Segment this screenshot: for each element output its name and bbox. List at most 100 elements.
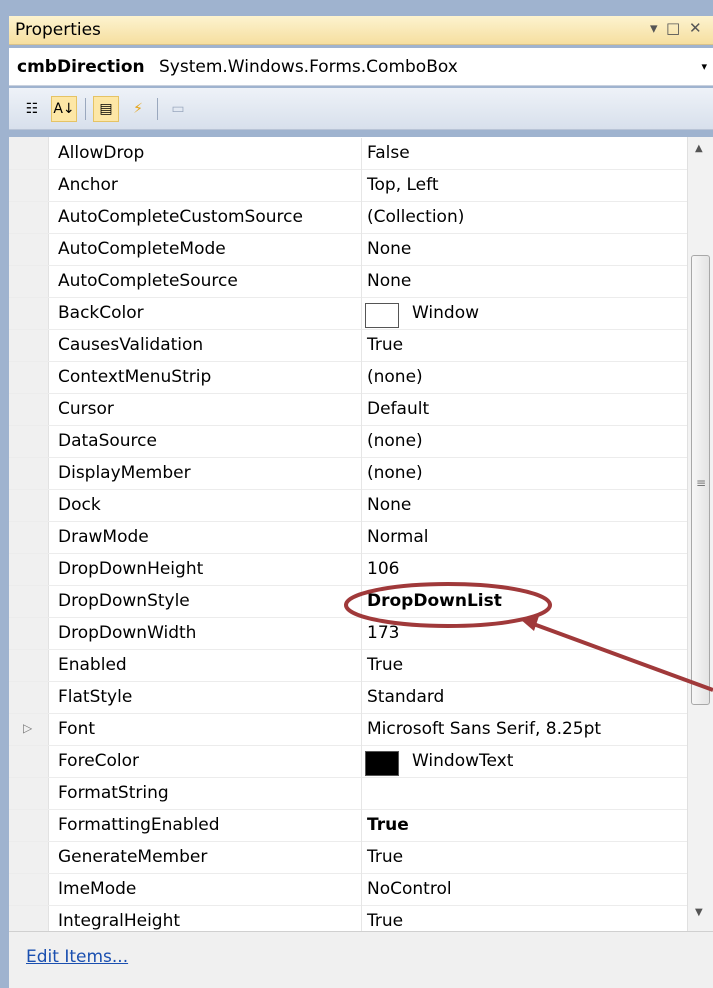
- property-name: IntegralHeight: [58, 911, 181, 931]
- property-name: Cursor: [58, 399, 114, 419]
- property-name: FlatStyle: [58, 687, 133, 707]
- property-row[interactable]: DisplayMember (none): [9, 458, 687, 490]
- property-row[interactable]: GenerateMember True: [9, 842, 687, 874]
- property-value[interactable]: (none): [367, 463, 423, 483]
- property-value[interactable]: Microsoft Sans Serif, 8.25pt: [367, 719, 601, 739]
- column-divider: [361, 394, 362, 426]
- toolbar-separator: [157, 98, 158, 120]
- property-value[interactable]: True: [367, 847, 403, 867]
- column-divider: [361, 810, 362, 842]
- property-value[interactable]: Window: [412, 303, 479, 323]
- property-name: Dock: [58, 495, 101, 515]
- property-row[interactable]: DropDownHeight 106: [9, 554, 687, 586]
- property-row[interactable]: ContextMenuStrip (none): [9, 362, 687, 394]
- object-name: cmbDirection: [17, 57, 145, 77]
- scroll-up-icon[interactable]: ▲: [695, 143, 703, 154]
- property-value[interactable]: True: [367, 911, 403, 931]
- property-row[interactable]: Cursor Default: [9, 394, 687, 426]
- property-row[interactable]: ImeMode NoControl: [9, 874, 687, 906]
- property-row[interactable]: ForeColor WindowText: [9, 746, 687, 778]
- property-value[interactable]: Standard: [367, 687, 444, 707]
- property-row[interactable]: Enabled True: [9, 650, 687, 682]
- property-name: FormattingEnabled: [58, 815, 220, 835]
- property-value[interactable]: False: [367, 143, 410, 163]
- object-selector[interactable]: cmbDirection System.Windows.Forms.ComboB…: [9, 48, 713, 86]
- property-value[interactable]: (Collection): [367, 207, 464, 227]
- properties-view-icon[interactable]: ▤: [93, 96, 119, 122]
- property-row[interactable]: FlatStyle Standard: [9, 682, 687, 714]
- column-divider: [361, 426, 362, 458]
- property-row[interactable]: BackColor Window: [9, 298, 687, 330]
- column-divider: [361, 906, 362, 931]
- column-divider: [361, 874, 362, 906]
- scroll-down-icon[interactable]: ▼: [695, 907, 703, 918]
- property-value[interactable]: 173: [367, 623, 399, 643]
- property-row[interactable]: FormattingEnabled True: [9, 810, 687, 842]
- property-value[interactable]: NoControl: [367, 879, 452, 899]
- property-row[interactable]: IntegralHeight True: [9, 906, 687, 931]
- property-value[interactable]: None: [367, 271, 411, 291]
- color-swatch: [365, 751, 399, 776]
- expand-icon[interactable]: ▷: [23, 721, 32, 735]
- property-name: DisplayMember: [58, 463, 191, 483]
- properties-toolbar: ☷ A↓ ▤ ⚡ ▭: [9, 88, 713, 130]
- property-name: DrawMode: [58, 527, 149, 547]
- property-row[interactable]: DrawMode Normal: [9, 522, 687, 554]
- property-row[interactable]: AutoCompleteCustomSource (Collection): [9, 202, 687, 234]
- property-name: ContextMenuStrip: [58, 367, 212, 387]
- properties-window: Properties ▾ □ ✕ cmbDirection System.Win…: [0, 0, 713, 988]
- property-row[interactable]: Dock None: [9, 490, 687, 522]
- property-name: DropDownWidth: [58, 623, 197, 643]
- pin-dropdown-icon[interactable]: ▾: [650, 19, 658, 37]
- property-name: BackColor: [58, 303, 144, 323]
- property-name: AutoCompleteMode: [58, 239, 226, 259]
- color-swatch: [365, 303, 399, 328]
- property-value[interactable]: (none): [367, 367, 423, 387]
- chevron-down-icon[interactable]: ▾: [701, 60, 707, 73]
- column-divider: [361, 458, 362, 490]
- property-row[interactable]: CausesValidation True: [9, 330, 687, 362]
- property-value[interactable]: True: [367, 655, 403, 675]
- property-value[interactable]: None: [367, 239, 411, 259]
- property-name: AutoCompleteCustomSource: [58, 207, 303, 227]
- property-row[interactable]: ▷ Font Microsoft Sans Serif, 8.25pt: [9, 714, 687, 746]
- property-value[interactable]: True: [367, 335, 403, 355]
- property-row[interactable]: FormatString: [9, 778, 687, 810]
- categorized-icon[interactable]: ☷: [19, 96, 45, 122]
- events-lightning-icon[interactable]: ⚡: [125, 96, 151, 122]
- commands-pane: Edit Items...: [9, 931, 713, 988]
- property-value[interactable]: 106: [367, 559, 399, 579]
- property-value[interactable]: WindowText: [412, 751, 513, 771]
- property-name: ImeMode: [58, 879, 137, 899]
- alphabetical-sort-icon[interactable]: A↓: [51, 96, 77, 122]
- column-divider: [361, 650, 362, 682]
- property-row[interactable]: AutoCompleteMode None: [9, 234, 687, 266]
- property-row[interactable]: DropDownWidth 173: [9, 618, 687, 650]
- window-title: Properties: [15, 20, 101, 40]
- property-name: AutoCompleteSource: [58, 271, 238, 291]
- vertical-scrollbar[interactable]: ▲ ≡ ▼: [687, 137, 713, 931]
- property-value[interactable]: None: [367, 495, 411, 515]
- property-row[interactable]: Anchor Top, Left: [9, 170, 687, 202]
- property-name: DropDownStyle: [58, 591, 190, 611]
- property-value[interactable]: DropDownList: [367, 591, 502, 611]
- column-divider: [361, 522, 362, 554]
- property-name: DropDownHeight: [58, 559, 204, 579]
- property-value[interactable]: Normal: [367, 527, 429, 547]
- property-name: Enabled: [58, 655, 127, 675]
- property-value[interactable]: True: [367, 815, 409, 835]
- maximize-icon[interactable]: □: [666, 19, 680, 37]
- scroll-thumb[interactable]: ≡: [691, 255, 710, 705]
- property-value[interactable]: Default: [367, 399, 429, 419]
- column-divider: [361, 714, 362, 746]
- property-value[interactable]: (none): [367, 431, 423, 451]
- property-row[interactable]: DataSource (none): [9, 426, 687, 458]
- edit-items-link[interactable]: Edit Items...: [26, 947, 128, 967]
- property-row[interactable]: AutoCompleteSource None: [9, 266, 687, 298]
- property-value[interactable]: Top, Left: [367, 175, 438, 195]
- property-pages-icon[interactable]: ▭: [165, 96, 191, 122]
- property-name: AllowDrop: [58, 143, 145, 163]
- property-row[interactable]: AllowDrop False: [9, 138, 687, 170]
- close-icon[interactable]: ✕: [689, 19, 702, 37]
- property-row[interactable]: DropDownStyle DropDownList: [9, 586, 687, 618]
